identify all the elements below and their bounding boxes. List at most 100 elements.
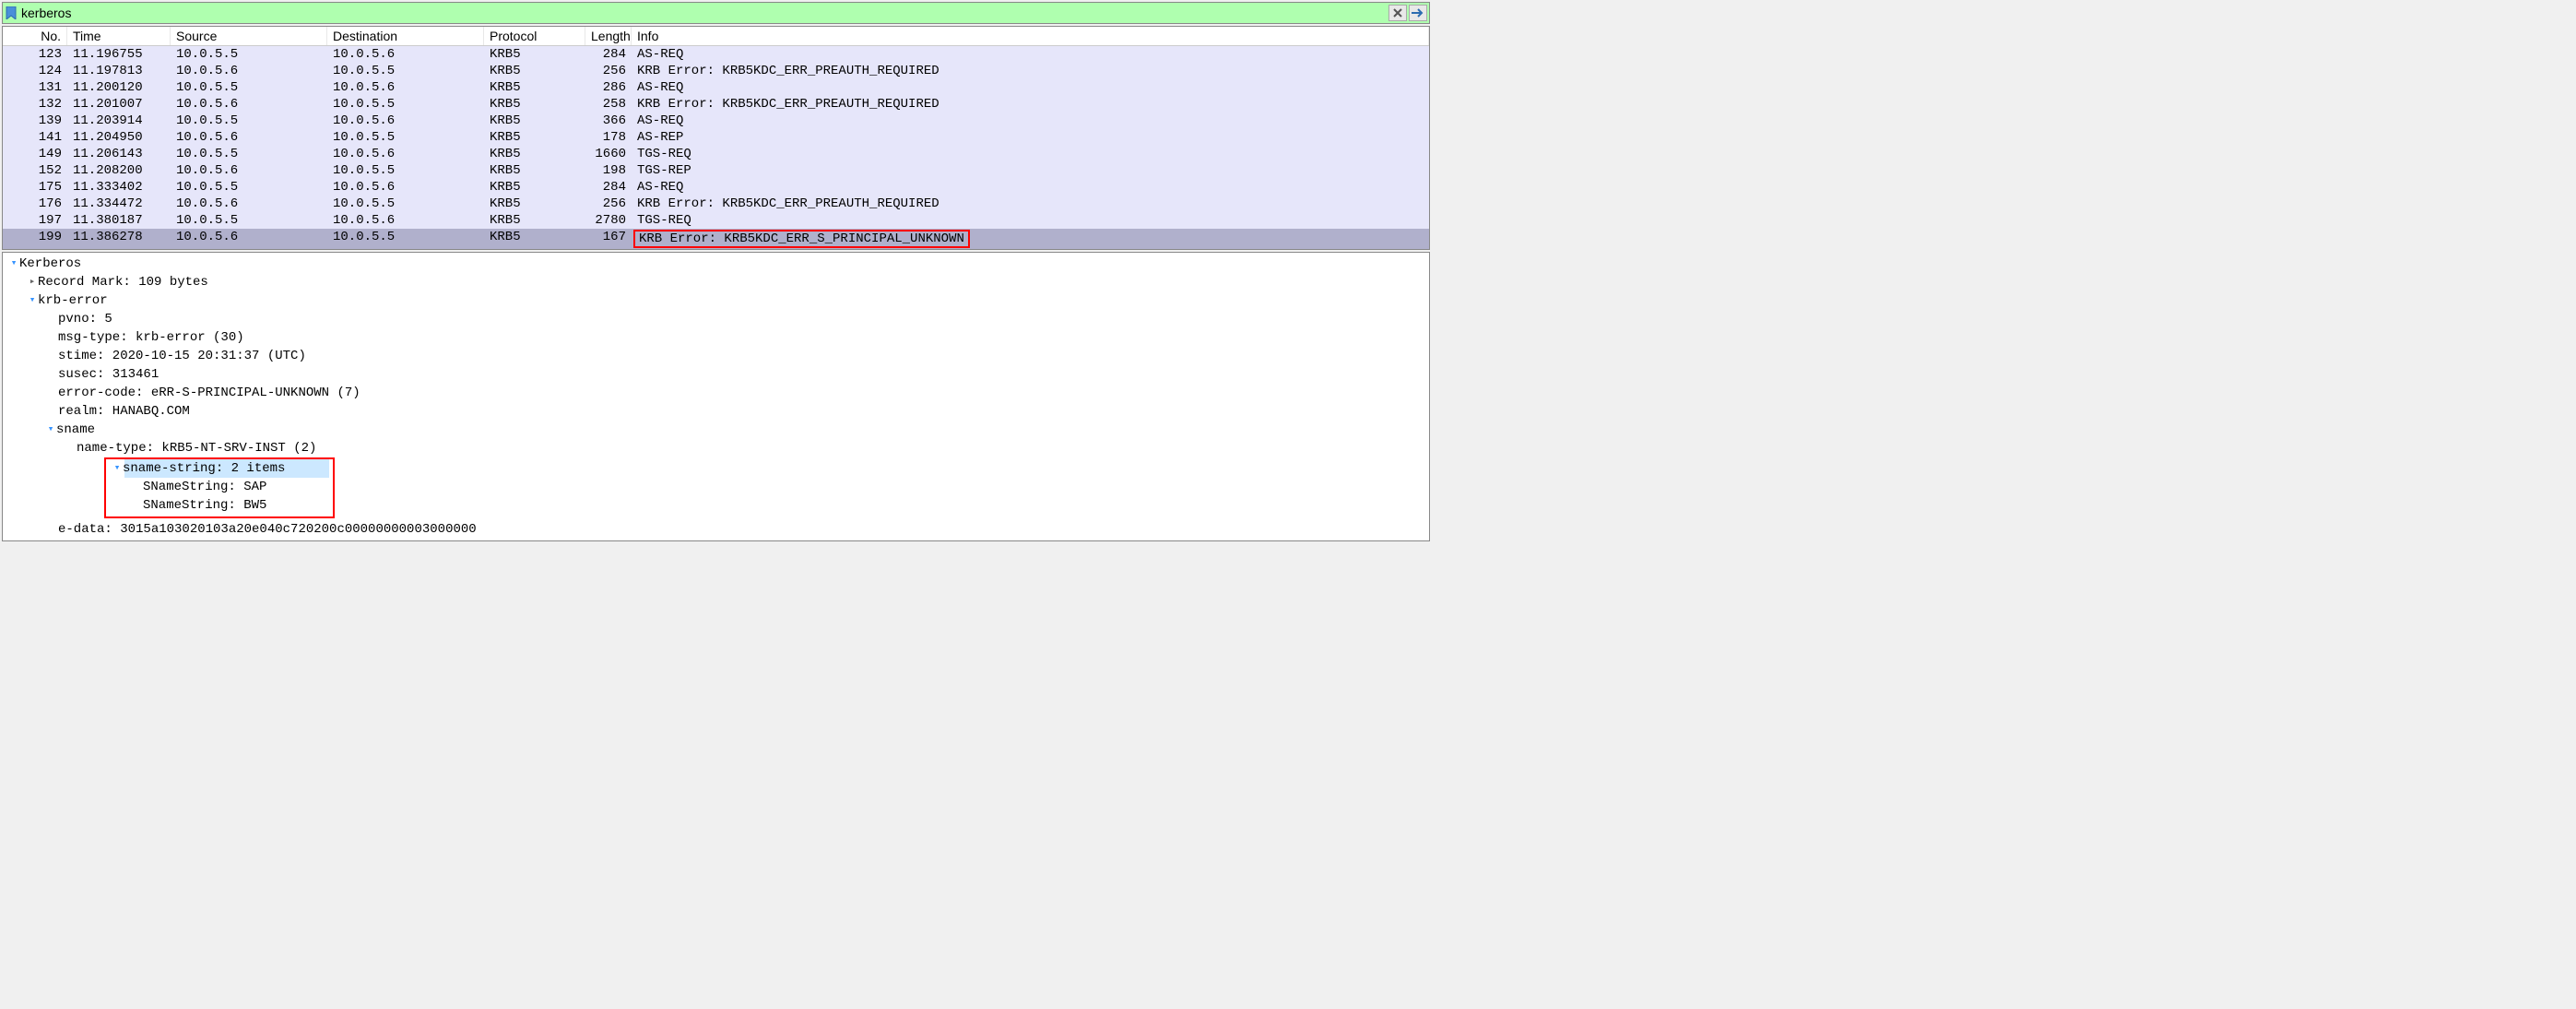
packet-row[interactable]: 15211.20820010.0.5.610.0.5.5KRB5198TGS-R… [3, 162, 1429, 179]
packet-cell: KRB5 [484, 179, 585, 196]
packet-row[interactable]: 13911.20391410.0.5.510.0.5.6KRB5366AS-RE… [3, 113, 1429, 129]
packet-cell: KRB5 [484, 113, 585, 129]
packet-row[interactable]: 13211.20100710.0.5.610.0.5.5KRB5258KRB E… [3, 96, 1429, 113]
packet-cell-info: AS-REQ [632, 113, 1429, 129]
packet-list-header[interactable]: No. Time Source Destination Protocol Len… [3, 27, 1429, 46]
packet-row[interactable]: 19711.38018710.0.5.510.0.5.6KRB52780TGS-… [3, 212, 1429, 229]
packet-cell: 10.0.5.6 [327, 179, 484, 196]
tree-node-sname-string[interactable]: sname-string: 2 items [124, 459, 329, 478]
packet-cell: 139 [3, 113, 67, 129]
packet-cell: 10.0.5.6 [171, 96, 327, 113]
column-header-source[interactable]: Source [171, 27, 327, 45]
packet-cell: 11.201007 [67, 96, 171, 113]
tree-label: susec: 313461 [58, 365, 159, 384]
packet-cell: 124 [3, 63, 67, 79]
tree-label: Kerberos [19, 255, 81, 273]
packet-cell: 10.0.5.6 [171, 196, 327, 212]
tree-leaf-susec[interactable]: susec: 313461 [58, 365, 1429, 384]
toggle-icon[interactable] [8, 255, 19, 273]
packet-cell: 167 [585, 229, 632, 249]
tree-leaf-pvno[interactable]: pvno: 5 [58, 310, 1429, 328]
packet-cell: KRB5 [484, 212, 585, 229]
clear-filter-button[interactable] [1388, 5, 1407, 21]
display-filter-input[interactable] [21, 6, 1387, 20]
packet-cell: 141 [3, 129, 67, 146]
toggle-icon[interactable] [112, 459, 123, 478]
packet-cell: 123 [3, 46, 67, 63]
packet-cell: KRB5 [484, 63, 585, 79]
packet-cell-info: AS-REQ [632, 179, 1429, 196]
apply-filter-button[interactable] [1409, 5, 1427, 21]
packet-cell: 10.0.5.6 [327, 79, 484, 96]
packet-cell: 11.196755 [67, 46, 171, 63]
packet-cell: 10.0.5.6 [327, 113, 484, 129]
tree-leaf-realm[interactable]: realm: HANABQ.COM [58, 402, 1429, 421]
toggle-icon[interactable] [45, 421, 56, 439]
tree-label: krb-error [38, 291, 108, 310]
packet-cell: 256 [585, 63, 632, 79]
packet-cell: 178 [585, 129, 632, 146]
packet-details-pane: Kerberos Record Mark: 109 bytes krb-erro… [2, 252, 1430, 541]
tree-node-record-mark[interactable]: Record Mark: 109 bytes [40, 273, 1429, 291]
packet-cell: 10.0.5.6 [327, 212, 484, 229]
packet-cell: 176 [3, 196, 67, 212]
packet-cell: KRB5 [484, 96, 585, 113]
packet-row[interactable]: 17611.33447210.0.5.610.0.5.5KRB5256KRB E… [3, 196, 1429, 212]
tree-label: Record Mark: 109 bytes [38, 273, 208, 291]
packet-cell: KRB5 [484, 79, 585, 96]
packet-row[interactable]: 13111.20012010.0.5.510.0.5.6KRB5286AS-RE… [3, 79, 1429, 96]
packet-cell: KRB5 [484, 129, 585, 146]
tree-label: e-data: 3015a103020103a20e040c720200c000… [58, 520, 477, 539]
tree-leaf-stime[interactable]: stime: 2020-10-15 20:31:37 (UTC) [58, 347, 1429, 365]
packet-cell: 10.0.5.5 [171, 212, 327, 229]
packet-cell: 10.0.5.6 [171, 129, 327, 146]
packet-cell: 2780 [585, 212, 632, 229]
packet-cell: 132 [3, 96, 67, 113]
packet-row[interactable]: 17511.33340210.0.5.510.0.5.6KRB5284AS-RE… [3, 179, 1429, 196]
packet-cell: 152 [3, 162, 67, 179]
toggle-icon[interactable] [27, 291, 38, 310]
column-header-no[interactable]: No. [3, 27, 67, 45]
tree-label: error-code: eRR-S-PRINCIPAL-UNKNOWN (7) [58, 384, 360, 402]
tree-leaf-sname-item[interactable]: SNameString: SAP [143, 478, 329, 496]
packet-row[interactable]: 19911.38627810.0.5.610.0.5.5KRB5167KRB E… [3, 229, 1429, 249]
packet-cell: 284 [585, 46, 632, 63]
packet-cell: 10.0.5.5 [171, 146, 327, 162]
packet-row[interactable]: 12411.19781310.0.5.610.0.5.5KRB5256KRB E… [3, 63, 1429, 79]
packet-cell: 11.203914 [67, 113, 171, 129]
tree-node-sname[interactable]: sname [58, 421, 1429, 439]
column-header-length[interactable]: Length [585, 27, 632, 45]
packet-cell: KRB5 [484, 46, 585, 63]
tree-leaf-sname-item[interactable]: SNameString: BW5 [143, 496, 329, 515]
tree-label: name-type: kRB5-NT-SRV-INST (2) [77, 439, 316, 457]
column-header-protocol[interactable]: Protocol [484, 27, 585, 45]
packet-cell: 11.204950 [67, 129, 171, 146]
tree-leaf-e-data[interactable]: e-data: 3015a103020103a20e040c720200c000… [58, 520, 1429, 539]
display-filter-bar [2, 2, 1430, 24]
tree-leaf-msg-type[interactable]: msg-type: krb-error (30) [58, 328, 1429, 347]
packet-cell: 10.0.5.5 [327, 63, 484, 79]
tree-leaf-name-type[interactable]: name-type: kRB5-NT-SRV-INST (2) [77, 439, 1429, 457]
packet-cell: 10.0.5.5 [327, 162, 484, 179]
column-header-destination[interactable]: Destination [327, 27, 484, 45]
packet-row[interactable]: 14911.20614310.0.5.510.0.5.6KRB51660TGS-… [3, 146, 1429, 162]
tree-label: stime: 2020-10-15 20:31:37 (UTC) [58, 347, 306, 365]
packet-cell-info: KRB Error: KRB5KDC_ERR_PREAUTH_REQUIRED [632, 63, 1429, 79]
packet-row[interactable]: 12311.19675510.0.5.510.0.5.6KRB5284AS-RE… [3, 46, 1429, 63]
tree-node-kerberos[interactable]: Kerberos [21, 255, 1429, 273]
packet-cell-info: TGS-REP [632, 162, 1429, 179]
packet-cell: 10.0.5.6 [171, 229, 327, 249]
tree-label: pvno: 5 [58, 310, 112, 328]
tree-node-krb-error[interactable]: krb-error [40, 291, 1429, 310]
packet-cell: KRB5 [484, 196, 585, 212]
packet-cell: 11.334472 [67, 196, 171, 212]
tree-label: SNameString: BW5 [143, 496, 266, 515]
bookmark-icon[interactable] [5, 6, 18, 19]
toggle-icon[interactable] [27, 273, 38, 291]
packet-cell: KRB5 [484, 162, 585, 179]
packet-row[interactable]: 14111.20495010.0.5.610.0.5.5KRB5178AS-RE… [3, 129, 1429, 146]
tree-leaf-error-code[interactable]: error-code: eRR-S-PRINCIPAL-UNKNOWN (7) [58, 384, 1429, 402]
column-header-info[interactable]: Info [632, 27, 1429, 45]
packet-cell: 10.0.5.5 [171, 113, 327, 129]
column-header-time[interactable]: Time [67, 27, 171, 45]
